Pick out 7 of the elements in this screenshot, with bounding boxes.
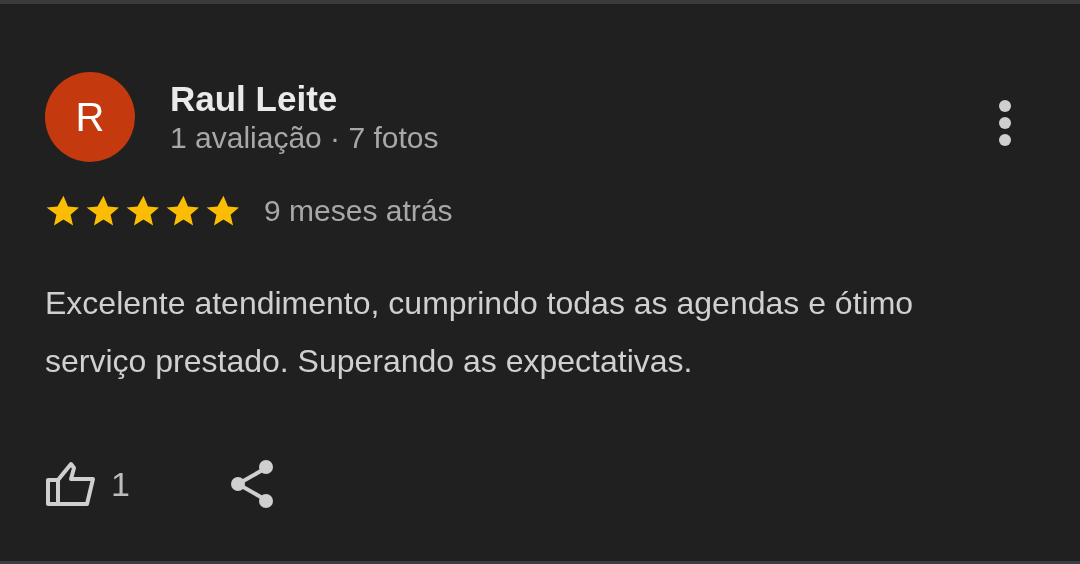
like-button[interactable]: 1: [45, 460, 130, 508]
review-text: Excelente atendimento, cumprindo todas as agendas e ótimo serviço prestado. Superando as expectativas.: [45, 284, 915, 381]
author-stats: 1 avaliação · 7 fotos: [170, 121, 439, 155]
more-icon[interactable]: [998, 99, 1012, 147]
author-name[interactable]: Raul Leite: [170, 79, 439, 119]
review-time: 9 meses atrás: [264, 193, 453, 228]
avatar[interactable]: R: [45, 72, 135, 162]
